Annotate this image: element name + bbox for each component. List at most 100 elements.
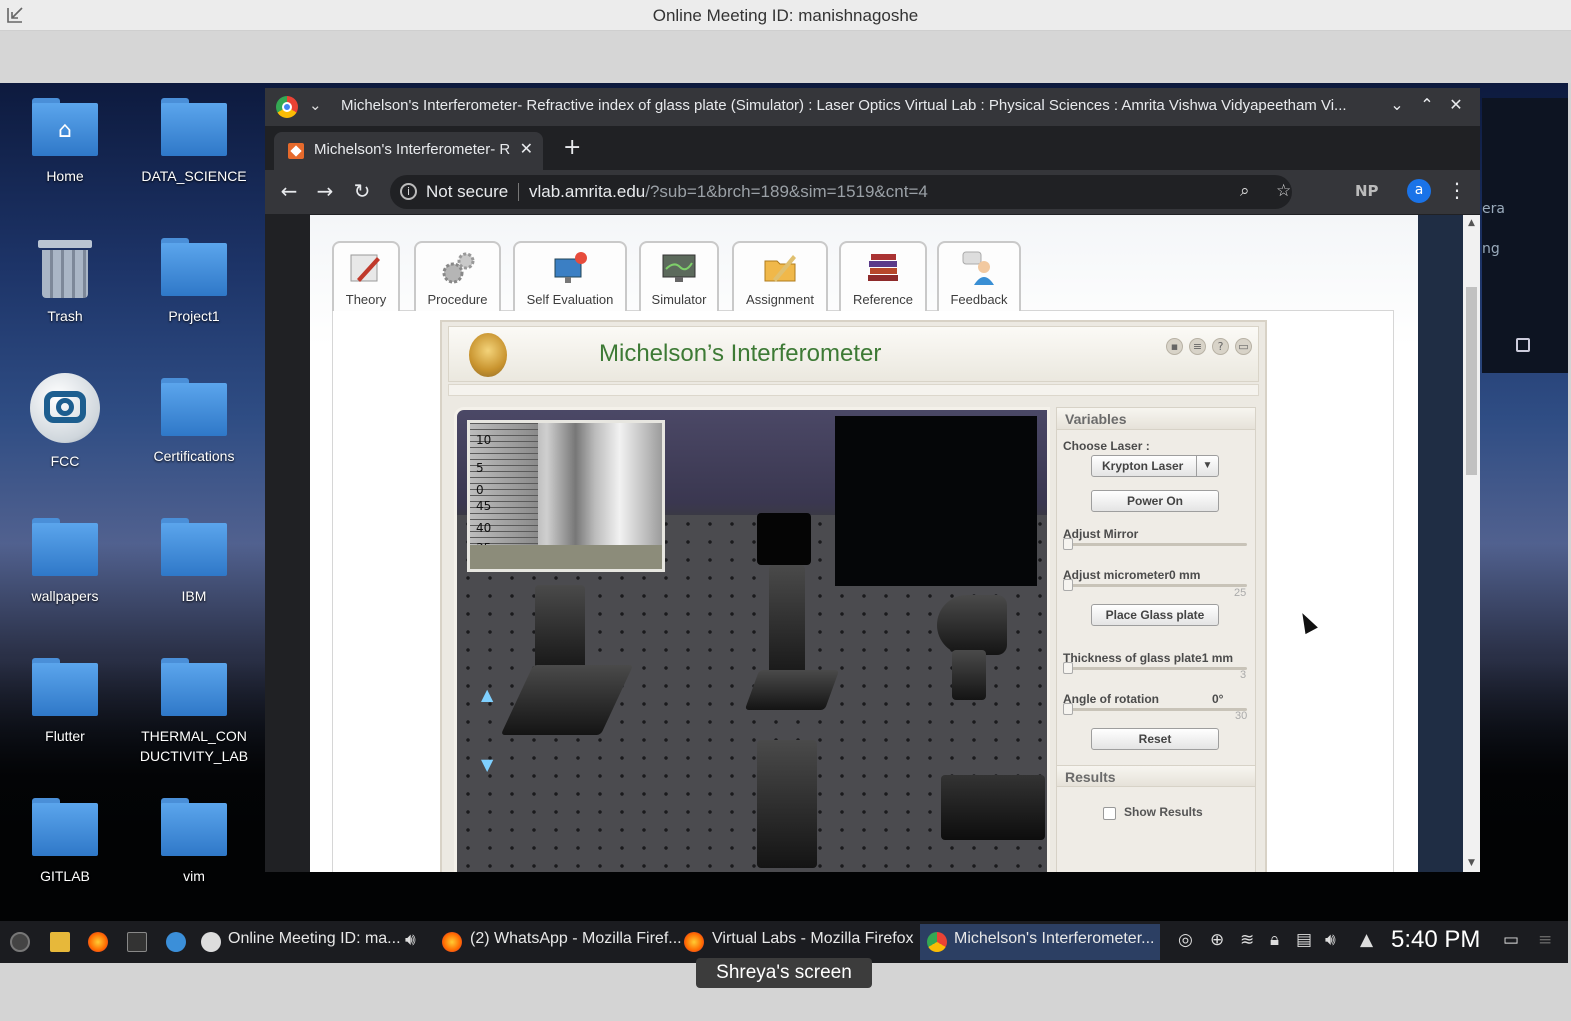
tab-theory[interactable]: Theory [332, 241, 400, 311]
site-favicon-icon [288, 143, 304, 159]
slider-knob[interactable] [1063, 703, 1073, 715]
close-tab-icon[interactable]: ✕ [520, 139, 533, 158]
arrow-down-icon[interactable]: ▼ [481, 755, 493, 774]
url-text[interactable]: vlab.amrita.edu/?sub=1&brch=189&sim=1519… [529, 182, 928, 202]
scroll-down-icon[interactable]: ▼ [1466, 858, 1477, 868]
power-on-button[interactable]: Power On [1091, 490, 1219, 512]
micrometer-zoom-view: 10 5 0 45 40 35 [467, 420, 665, 572]
tray-expand-icon[interactable]: ▲ [1360, 930, 1373, 950]
wifi-icon[interactable]: ≋ [1240, 930, 1254, 950]
desktop-icon-data-science[interactable]: DATA_SCIENCE [134, 98, 254, 186]
forward-icon[interactable]: → [313, 179, 337, 203]
thickness-max: 3 [1240, 669, 1247, 681]
desktop-icon-vim[interactable]: vim [134, 798, 254, 886]
laser-select[interactable]: Krypton Laser ▼ [1091, 455, 1219, 477]
background-window[interactable]: era ng [1482, 98, 1568, 373]
screen-capture-icon[interactable]: ◎ [1178, 930, 1193, 950]
maximize-icon[interactable]: ⌃ [1417, 95, 1437, 114]
tab-procedure[interactable]: Procedure [414, 241, 501, 311]
settings-icon[interactable] [166, 932, 186, 952]
simulator-toolbar-strip [448, 384, 1259, 396]
angle-slider[interactable] [1063, 703, 1247, 715]
new-tab-button[interactable]: + [563, 135, 581, 160]
show-results-label[interactable]: Show Results [1124, 805, 1203, 819]
taskbar-item-chrome-active[interactable]: Michelson's Interferometer... [920, 924, 1160, 960]
info-icon[interactable]: i [400, 183, 417, 200]
tab-strip: Michelson's Interferometer- R ✕ + [265, 126, 1480, 170]
zoom-icon[interactable]: ⌕ [1240, 181, 1250, 201]
reset-button[interactable]: Reset [1091, 728, 1219, 750]
update-icon[interactable]: ⊕ [1210, 930, 1224, 950]
more-menu-icon[interactable]: ⋮ [1447, 178, 1467, 202]
slider-knob[interactable] [1063, 579, 1073, 591]
taskbar-item-meeting[interactable]: Online Meeting ID: ma... [228, 930, 401, 954]
security-label[interactable]: Not secure [426, 182, 508, 202]
firefox-icon[interactable] [88, 932, 108, 952]
tab-assignment[interactable]: Assignment [732, 241, 828, 311]
slider-knob[interactable] [1063, 662, 1073, 674]
desktop-icon-flutter[interactable]: Flutter [5, 658, 125, 746]
volume-icon[interactable]: 🔊︎ [405, 930, 416, 950]
help-icon[interactable]: ? [1212, 338, 1229, 355]
show-results-checkbox[interactable] [1103, 807, 1116, 820]
tab-reference[interactable]: Reference [839, 241, 927, 311]
app-menu-icon[interactable] [10, 932, 30, 952]
slider-knob[interactable] [1063, 538, 1073, 550]
lock-icon[interactable]: 🔒︎ [1270, 930, 1279, 950]
tab-feedback[interactable]: Feedback [937, 241, 1021, 311]
desktop-icon-home[interactable]: ⌂ Home [5, 98, 125, 186]
volume-icon[interactable]: 🔊︎ [1325, 930, 1336, 950]
address-bar[interactable]: i Not secure vlab.amrita.edu/?sub=1&brch… [390, 175, 1292, 209]
taskbar-item-virtual-labs[interactable]: Virtual Labs - Mozilla Firefox [712, 930, 914, 954]
fullscreen-icon[interactable]: ▭ [1235, 338, 1252, 355]
tab-simulator[interactable]: Simulator [639, 241, 719, 311]
window-button-icon[interactable] [1516, 338, 1530, 352]
desktop-icon-project1[interactable]: Project1 [134, 238, 254, 326]
terminal-icon[interactable] [127, 932, 147, 952]
desktop-icon-gitlab[interactable]: GITLAB [5, 798, 125, 886]
desktop-icon-wallpapers[interactable]: wallpapers [5, 518, 125, 606]
save-icon[interactable]: ▪ [1166, 338, 1183, 355]
dropdown-arrow-icon[interactable]: ▼ [1196, 456, 1218, 476]
tab-michelson[interactable]: Michelson's Interferometer- R ✕ [274, 132, 543, 170]
file-manager-icon[interactable] [50, 932, 70, 952]
print-icon[interactable]: ≡ [1189, 338, 1206, 355]
tab-self-evaluation[interactable]: Self Evaluation [513, 241, 627, 311]
feedback-person-icon [962, 251, 994, 285]
overflow-icon[interactable]: ≡ [1538, 930, 1552, 950]
back-icon[interactable]: ← [277, 179, 301, 203]
desktop-icon-certifications[interactable]: Certifications [134, 378, 254, 466]
experiment-stage[interactable]: 10 5 0 45 40 35 ▲ ▼ [454, 407, 1050, 872]
clock[interactable]: 5:40 PM [1391, 926, 1480, 954]
desktop-icon-trash[interactable]: Trash [5, 238, 125, 326]
angle-max: 30 [1235, 710, 1248, 722]
clipboard-icon[interactable]: ▤ [1296, 930, 1312, 950]
micrometer-slider[interactable] [1063, 579, 1247, 591]
profile-avatar[interactable]: a [1407, 179, 1431, 203]
place-glass-plate-button[interactable]: Place Glass plate [1091, 604, 1219, 626]
adjust-mirror-slider[interactable] [1063, 538, 1247, 550]
detector-screen [757, 513, 811, 565]
desktop-icon-ibm[interactable]: IBM [134, 518, 254, 606]
star-icon[interactable]: ☆ [1276, 181, 1291, 201]
chevron-down-icon[interactable]: ⌄ [1387, 95, 1407, 114]
chevron-down-icon[interactable]: ⌄ [309, 96, 322, 114]
show-desktop-icon[interactable]: ▭ [1503, 930, 1519, 950]
extension-np[interactable]: NP [1355, 182, 1379, 200]
meeting-titlebar: Online Meeting ID: manishnagoshe [0, 0, 1571, 31]
reload-icon[interactable]: ↻ [350, 179, 374, 203]
desktop-icon-fcc[interactable]: FCC [5, 373, 125, 471]
close-icon[interactable]: ✕ [1446, 95, 1466, 114]
desktop-icon-label: GITLAB [40, 868, 90, 884]
thickness-slider[interactable] [1063, 662, 1247, 674]
taskbar-item-whatsapp[interactable]: (2) WhatsApp - Mozilla Firef... [470, 930, 682, 954]
folder-icon [32, 798, 98, 856]
desktop-icon-thermal-conductivity-lab[interactable]: THERMAL_CON DUCTIVITY_LAB [134, 658, 254, 766]
arrow-up-icon[interactable]: ▲ [481, 685, 493, 704]
scroll-up-icon[interactable]: ▲ [1466, 218, 1477, 228]
chrome-logo-icon[interactable] [276, 96, 298, 118]
chrome-icon [927, 932, 947, 952]
taskbar-item-label: Michelson's Interferometer... [954, 930, 1155, 947]
scrollbar-thumb[interactable] [1466, 287, 1477, 475]
folder-icon [161, 798, 227, 856]
